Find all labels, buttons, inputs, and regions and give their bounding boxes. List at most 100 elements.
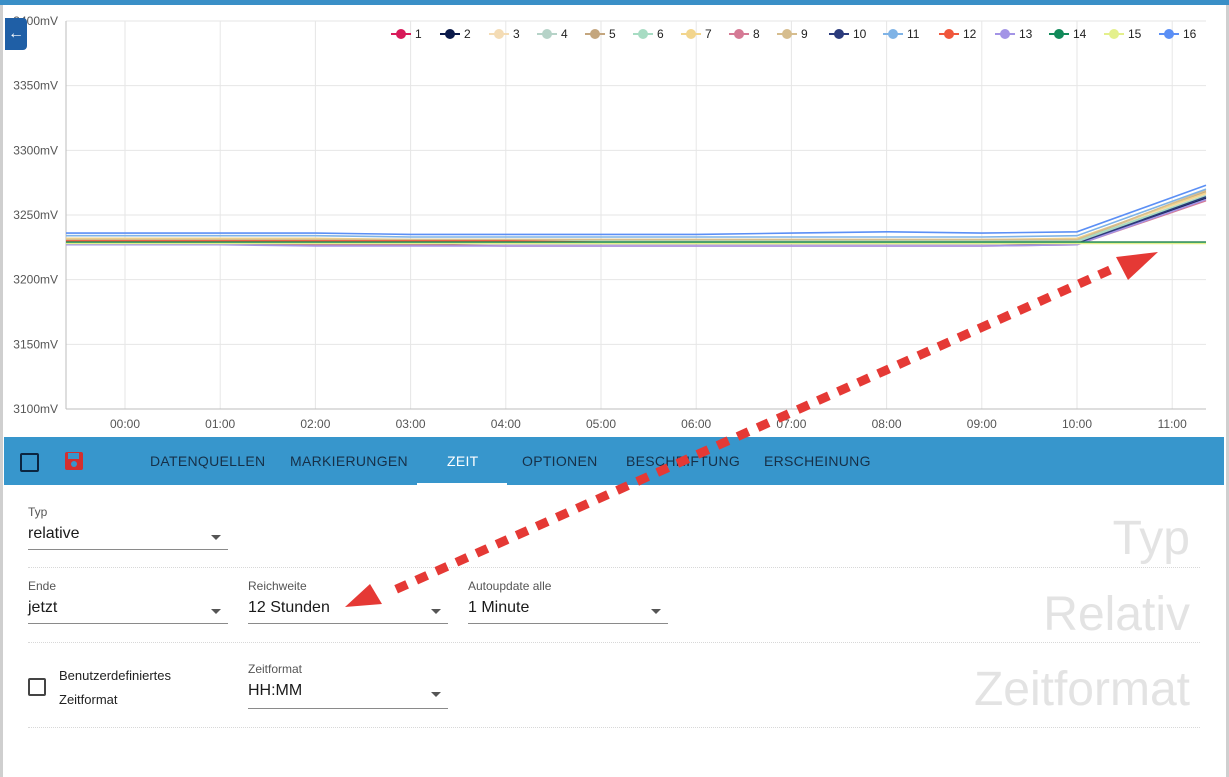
x-tick-label: 03:00 <box>396 417 426 431</box>
legend-label-14: 14 <box>1073 27 1087 41</box>
x-tick-label: 08:00 <box>872 417 902 431</box>
tab-erscheinung[interactable]: ERSCHEINUNG <box>764 437 871 485</box>
ende-select[interactable]: Ende jetzt <box>28 579 228 627</box>
zeitformat-underline <box>248 708 448 709</box>
reichweite-select[interactable]: Reichweite 12 Stunden <box>248 579 448 627</box>
legend-label-10: 10 <box>853 27 867 41</box>
arrow-left-icon: ← <box>8 25 24 42</box>
back-button[interactable]: ← <box>5 18 27 50</box>
legend-marker-5 <box>590 29 600 39</box>
autoupdate-value: 1 Minute <box>468 599 530 616</box>
legend-marker-8 <box>734 29 744 39</box>
series-line-11 <box>66 188 1207 238</box>
tab-zeit[interactable]: ZEIT <box>447 437 479 485</box>
legend-marker-14 <box>1054 29 1064 39</box>
legend-marker-13 <box>1000 29 1010 39</box>
chart-panel: 3400mV 3350mV 3300mV 3250mV 3200mV 3150mV 3100… <box>4 5 1226 435</box>
tab-datenquellen[interactable]: DATENQUELLEN <box>150 437 265 485</box>
floppy-disk-icon[interactable] <box>64 451 84 471</box>
ende-label: Ende <box>28 579 57 593</box>
tab-beschriftung[interactable]: BESCHRIFTUNG <box>626 437 740 485</box>
row-typ: Typ relative Typ <box>28 501 1200 568</box>
y-tick-label: 3300mV <box>13 143 58 157</box>
zeitformat-label: Zeitformat <box>248 662 303 676</box>
x-tick-label: 05:00 <box>586 417 616 431</box>
legend-label-2: 2 <box>464 27 471 41</box>
autoupdate-label: Autoupdate alle <box>468 579 552 593</box>
tab-markierungen[interactable]: MARKIERUNGEN <box>290 437 408 485</box>
legend-label-3: 3 <box>513 27 520 41</box>
typ-label: Typ <box>28 505 48 519</box>
series-line-16 <box>66 184 1207 236</box>
chevron-down-icon <box>211 609 221 614</box>
reichweite-label: Reichweite <box>248 579 307 593</box>
legend-marker-10 <box>834 29 844 39</box>
line-chart: 3400mV3350mV3300mV3250mV3200mV3150mV3100… <box>13 14 1207 431</box>
legend-marker-11 <box>888 29 898 39</box>
typ-value: relative <box>28 525 80 542</box>
y-tick-label: 3100mV <box>13 402 58 416</box>
x-tick-label: 00:00 <box>110 417 140 431</box>
legend-label-4: 4 <box>561 27 568 41</box>
typ-select[interactable]: Typ relative <box>28 505 228 553</box>
reichweite-value: 12 Stunden <box>248 599 330 616</box>
zeitformat-value: HH:MM <box>248 682 303 699</box>
legend-label-13: 13 <box>1019 27 1033 41</box>
legend-marker-2 <box>445 29 455 39</box>
x-tick-label: 11:00 <box>1158 417 1187 431</box>
custom-format-checkbox[interactable] <box>28 678 46 696</box>
tab-optionen[interactable]: OPTIONEN <box>522 437 598 485</box>
legend-label-8: 8 <box>753 27 760 41</box>
row-zeitformat: Benutzerdefiniertes Zeitformat Zeitforma… <box>28 642 1200 728</box>
legend-label-6: 6 <box>657 27 664 41</box>
legend-label-1: 1 <box>415 27 422 41</box>
legend-marker-16 <box>1164 29 1174 39</box>
legend-label-12: 12 <box>963 27 977 41</box>
section-title-relativ: Relativ <box>1043 588 1190 641</box>
chevron-down-icon <box>431 609 441 614</box>
typ-underline <box>28 549 228 550</box>
y-tick-label: 3350mV <box>13 79 58 93</box>
legend-label-15: 15 <box>1128 27 1142 41</box>
y-tick-label: 3200mV <box>13 273 58 287</box>
chevron-down-icon <box>211 535 221 540</box>
legend-label-16: 16 <box>1183 27 1197 41</box>
autoupdate-underline <box>468 623 668 624</box>
ende-underline <box>28 623 228 624</box>
legend-label-9: 9 <box>801 27 808 41</box>
zeitformat-select[interactable]: Zeitformat HH:MM <box>248 662 448 710</box>
legend-marker-7 <box>686 29 696 39</box>
chevron-down-icon <box>431 692 441 697</box>
legend-label-5: 5 <box>609 27 616 41</box>
x-tick-label: 07:00 <box>776 417 806 431</box>
legend-marker-6 <box>638 29 648 39</box>
custom-format-label-2: Zeitformat <box>59 692 118 707</box>
select-all-checkbox[interactable] <box>20 453 39 472</box>
editor-toolbar: DATENQUELLEN MARKIERUNGEN ZEIT OPTIONEN … <box>4 437 1224 485</box>
legend-marker-3 <box>494 29 504 39</box>
chevron-down-icon <box>651 609 661 614</box>
legend-label-7: 7 <box>705 27 712 41</box>
ende-value: jetzt <box>28 599 58 616</box>
x-tick-label: 02:00 <box>300 417 330 431</box>
y-tick-label: 3150mV <box>13 337 58 351</box>
x-tick-label: 01:00 <box>205 417 235 431</box>
left-border <box>0 5 3 777</box>
legend-marker-15 <box>1109 29 1119 39</box>
time-settings-form: Typ relative Typ Ende jetzt Reichweite 1… <box>4 485 1226 777</box>
row-relative: Ende jetzt Reichweite 12 Stunden Autoupd… <box>28 567 1200 643</box>
legend-marker-9 <box>782 29 792 39</box>
legend-marker-12 <box>944 29 954 39</box>
legend-label-11: 11 <box>907 27 920 41</box>
section-title-typ: Typ <box>1112 512 1190 565</box>
legend-marker-4 <box>542 29 552 39</box>
x-tick-label: 06:00 <box>681 417 711 431</box>
reichweite-underline <box>248 623 448 624</box>
section-title-zeitformat: Zeitformat <box>973 663 1190 716</box>
x-tick-label: 09:00 <box>967 417 997 431</box>
x-tick-label: 04:00 <box>491 417 521 431</box>
legend-marker-1 <box>396 29 406 39</box>
custom-format-label-1: Benutzerdefiniertes <box>59 668 172 683</box>
autoupdate-select[interactable]: Autoupdate alle 1 Minute <box>468 579 668 627</box>
y-tick-label: 3250mV <box>13 208 58 222</box>
